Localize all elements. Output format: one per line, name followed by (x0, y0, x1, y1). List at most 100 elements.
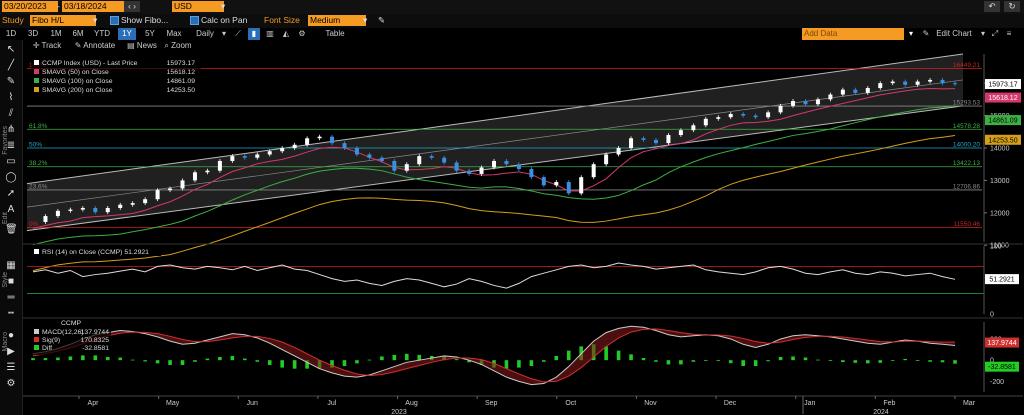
macd-diff-bar (193, 360, 197, 362)
study-dropdown[interactable]: Fibo H/L (30, 15, 96, 26)
macd-diff-bar (255, 360, 260, 362)
interval-dropdown[interactable]: Daily (190, 28, 220, 40)
bar-chart-icon[interactable]: ▥ (264, 28, 276, 40)
chevron-down-icon[interactable]: ▾ (93, 15, 97, 26)
macd-legend-swatch (34, 329, 39, 334)
pen-icon[interactable]: ✎ (378, 15, 385, 26)
rectangle-icon[interactable]: ▭ (5, 156, 17, 168)
chart-area[interactable]: 100%16449.2115293.5361.8%14578.2850%1400… (23, 52, 1023, 415)
show-fibo-checkbox[interactable]: Show Fibo... (110, 15, 168, 26)
candle-chart-icon[interactable]: ▮ (248, 28, 260, 40)
macd-diff-bar (928, 360, 932, 362)
macd-diff-bar (380, 356, 384, 361)
show-fibo-label: Show Fibo... (121, 15, 169, 25)
macd-diff-bar (218, 357, 222, 361)
macd-diff-bar (143, 360, 147, 362)
chevron-down-icon[interactable]: ▾ (220, 28, 228, 40)
macd-diff-bar (554, 355, 559, 361)
refresh-icon[interactable]: ↻ (1004, 1, 1020, 12)
candle-body (728, 113, 733, 118)
rsi-legend-swatch (34, 249, 39, 254)
line-chart-icon[interactable]: ⟋ (232, 28, 244, 40)
date-nav-arrows[interactable]: ‹ › (124, 1, 140, 12)
macd-diff-bar (841, 360, 845, 363)
legend-swatch (34, 87, 39, 92)
range-6m[interactable]: 6M (70, 28, 86, 40)
crosshair-icon: ✛ (32, 41, 40, 50)
month-label: May (166, 400, 180, 407)
chevron-down-icon[interactable]: ▾ (363, 15, 367, 26)
candle-body (815, 99, 820, 105)
pen-icon[interactable]: ✎ (922, 28, 930, 40)
candle-body (317, 136, 322, 139)
range-1d[interactable]: 1D (4, 28, 18, 40)
annotate-button[interactable]: ✎ Annotate (70, 40, 120, 52)
style-icon[interactable]: ▦ (5, 260, 17, 272)
range-ytd[interactable]: YTD (92, 28, 112, 40)
start-date-field[interactable]: 03/20/2023 (2, 1, 58, 12)
candle-body (741, 113, 746, 116)
macd-legend-swatch (34, 337, 39, 342)
chevron-down-icon[interactable]: ▾ (906, 28, 916, 40)
gear-icon[interactable]: ⚙ (5, 378, 17, 390)
end-date-field[interactable]: 03/18/2024 (62, 1, 124, 12)
arrow-icon[interactable]: ➚ (5, 188, 17, 200)
macd-diff-bar (342, 360, 347, 367)
track-button[interactable]: ✛ Track (26, 40, 68, 52)
add-data-input[interactable]: Add Data (802, 28, 904, 40)
toolbar-top: 03/20/2023 - 03/18/2024 ‹ › USD ▾ ↶ ↻ (0, 0, 1024, 14)
menu-icon[interactable]: ≡ (1004, 28, 1014, 40)
back-icon[interactable]: ↶ (984, 1, 1000, 12)
news-button[interactable]: ▤ News (122, 40, 162, 52)
candle-body (591, 164, 596, 178)
font-size-dropdown[interactable]: Medium (308, 15, 366, 26)
range-max[interactable]: Max (164, 28, 184, 40)
annotate-label: Annotate (83, 41, 116, 50)
chevron-down-icon[interactable]: ▾ (978, 28, 988, 40)
trash-icon[interactable]: 🗑 (5, 224, 18, 236)
rsi-axis-badge-text: 51.2921 (989, 277, 1014, 284)
candle-body (604, 154, 609, 165)
expand-icon[interactable]: ⤢ (990, 28, 1000, 40)
macd-legend-value: 170.8325 (81, 337, 110, 344)
month-label: Dec (724, 400, 737, 407)
brush-icon[interactable]: ⌇ (5, 92, 17, 104)
range-5y[interactable]: 5Y (142, 28, 158, 40)
macd-diff-bar (180, 360, 185, 365)
candle-body (330, 136, 335, 144)
macd-diff-bar (392, 354, 397, 361)
rsi-legend-label: RSI (14) on Close (CCMP) 51.2921 (42, 249, 149, 256)
fib-level-pct: 61.8% (29, 123, 48, 130)
range-1y[interactable]: 1Y (118, 28, 136, 40)
macd-diff-bar (292, 360, 297, 369)
candle-body (928, 79, 933, 82)
zoom-button[interactable]: ⌕ Zoom (158, 40, 198, 52)
gear-icon[interactable]: ⚙ (296, 28, 308, 40)
range-3d[interactable]: 3D (26, 28, 40, 40)
candle-body (554, 182, 559, 186)
price-axis-badge-text: 14861.09 (988, 118, 1017, 125)
currency-dropdown[interactable]: USD (172, 1, 224, 12)
calc-on-pan-checkbox[interactable]: Calc on Pan (190, 15, 247, 26)
cursor-icon[interactable]: ↖ (5, 44, 17, 56)
macd-legend-label: MACD(12,26) (42, 329, 84, 336)
zoom-label: Zoom (171, 41, 192, 50)
table-button[interactable]: Table (322, 28, 348, 40)
pencil-icon[interactable]: ✎ (5, 76, 17, 88)
channel-icon[interactable]: ⫽ (5, 108, 17, 120)
macro-list-icon[interactable]: ☰ (5, 362, 17, 374)
rsi-tick-label: 100 (990, 244, 1002, 251)
mountain-chart-icon[interactable]: ◭ (280, 28, 292, 40)
pen-icon: ✎ (74, 41, 82, 50)
dash-icon[interactable]: ┅ (5, 308, 17, 320)
edit-chart-button[interactable]: Edit Chart (932, 28, 976, 40)
range-1m[interactable]: 1M (48, 28, 64, 40)
news-label: News (136, 41, 157, 50)
line-tool-icon[interactable]: ╱ (5, 60, 17, 72)
macd-diff-bar (940, 360, 945, 363)
macd-diff-bar (915, 360, 920, 361)
ellipse-icon[interactable]: ◯ (5, 172, 17, 184)
candle-body (516, 164, 521, 170)
chevron-down-icon[interactable]: ▾ (221, 1, 225, 12)
width-icon[interactable]: ═ (5, 292, 17, 304)
